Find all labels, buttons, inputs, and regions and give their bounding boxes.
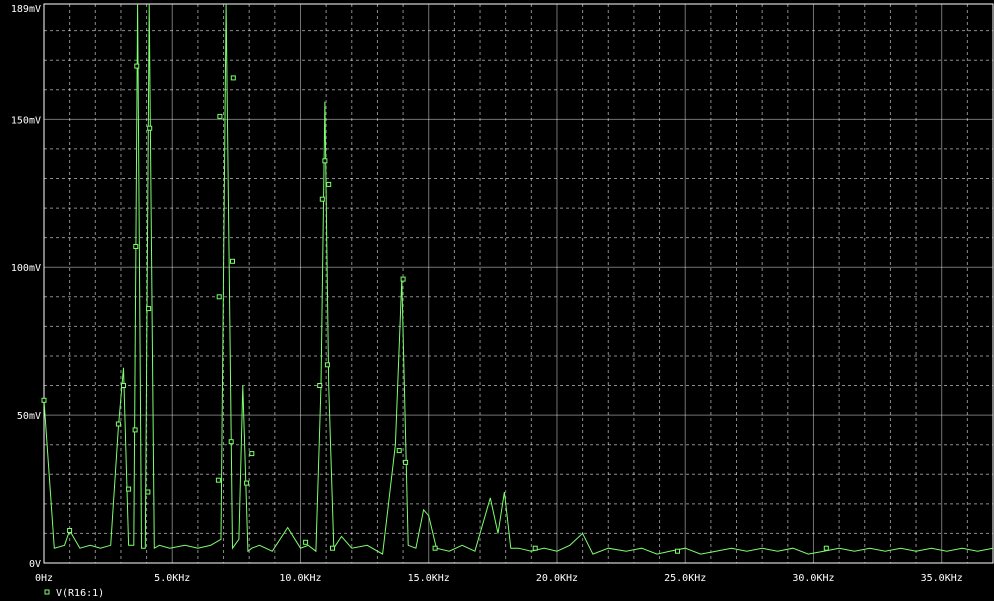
trace-marker bbox=[400, 276, 406, 282]
x-tick-label: 0Hz bbox=[35, 573, 53, 584]
trace-marker bbox=[215, 477, 221, 483]
y-tick-label: 50mV bbox=[17, 411, 41, 422]
x-tick-label: 20.0KHz bbox=[536, 573, 578, 584]
legend-marker-icon bbox=[44, 589, 50, 595]
trace-marker bbox=[133, 244, 139, 249]
legend-label[interactable]: V(R16:1) bbox=[56, 588, 104, 599]
trace-marker bbox=[317, 383, 323, 388]
trace-marker bbox=[228, 439, 234, 445]
trace-marker bbox=[126, 486, 132, 492]
trace-marker bbox=[675, 548, 680, 554]
x-tick-label: 5.0KHz bbox=[154, 573, 190, 584]
trace-marker bbox=[67, 528, 73, 533]
x-tick-label: 10.0KHz bbox=[279, 573, 321, 584]
trace-marker bbox=[823, 545, 829, 551]
trace-marker bbox=[147, 125, 153, 131]
trace-marker bbox=[121, 383, 126, 388]
x-tick-label: 35.0KHz bbox=[921, 573, 963, 584]
trace-marker bbox=[146, 306, 152, 312]
x-tick-label: 15.0KHz bbox=[408, 573, 450, 584]
trace-marker bbox=[115, 421, 121, 427]
trace-marker bbox=[322, 158, 328, 164]
trace-marker bbox=[303, 539, 309, 545]
trace-marker bbox=[330, 545, 335, 551]
trace-marker bbox=[532, 545, 538, 551]
x-tick-label: 30.0KHz bbox=[792, 573, 834, 584]
trace-marker bbox=[324, 362, 330, 368]
trace-marker bbox=[230, 258, 235, 264]
trace-marker bbox=[217, 113, 223, 119]
y-tick-label: 150mV bbox=[11, 115, 41, 126]
trace-marker bbox=[41, 397, 47, 403]
trace-marker bbox=[432, 545, 438, 551]
trace-marker bbox=[134, 63, 140, 69]
trace-marker bbox=[319, 196, 325, 202]
trace-marker bbox=[326, 181, 332, 187]
trace-marker bbox=[132, 427, 138, 433]
trace-marker bbox=[403, 459, 409, 465]
trace-marker bbox=[216, 294, 222, 300]
trace-marker bbox=[396, 448, 402, 454]
trace-marker bbox=[230, 75, 236, 81]
trace-marker bbox=[145, 489, 151, 495]
trace-marker bbox=[249, 451, 255, 457]
spectrum-plot: 0V 50mV 100mV 150mV 189mV 0Hz 5.0KHz 10.0KHz 15… bbox=[0, 0, 994, 601]
trace-marker bbox=[244, 480, 250, 486]
x-tick-label: 25.0KHz bbox=[664, 573, 706, 584]
y-tick-label: 189mV bbox=[11, 4, 41, 15]
y-tick-label: 0V bbox=[29, 559, 41, 570]
y-tick-label: 100mV bbox=[11, 263, 41, 274]
